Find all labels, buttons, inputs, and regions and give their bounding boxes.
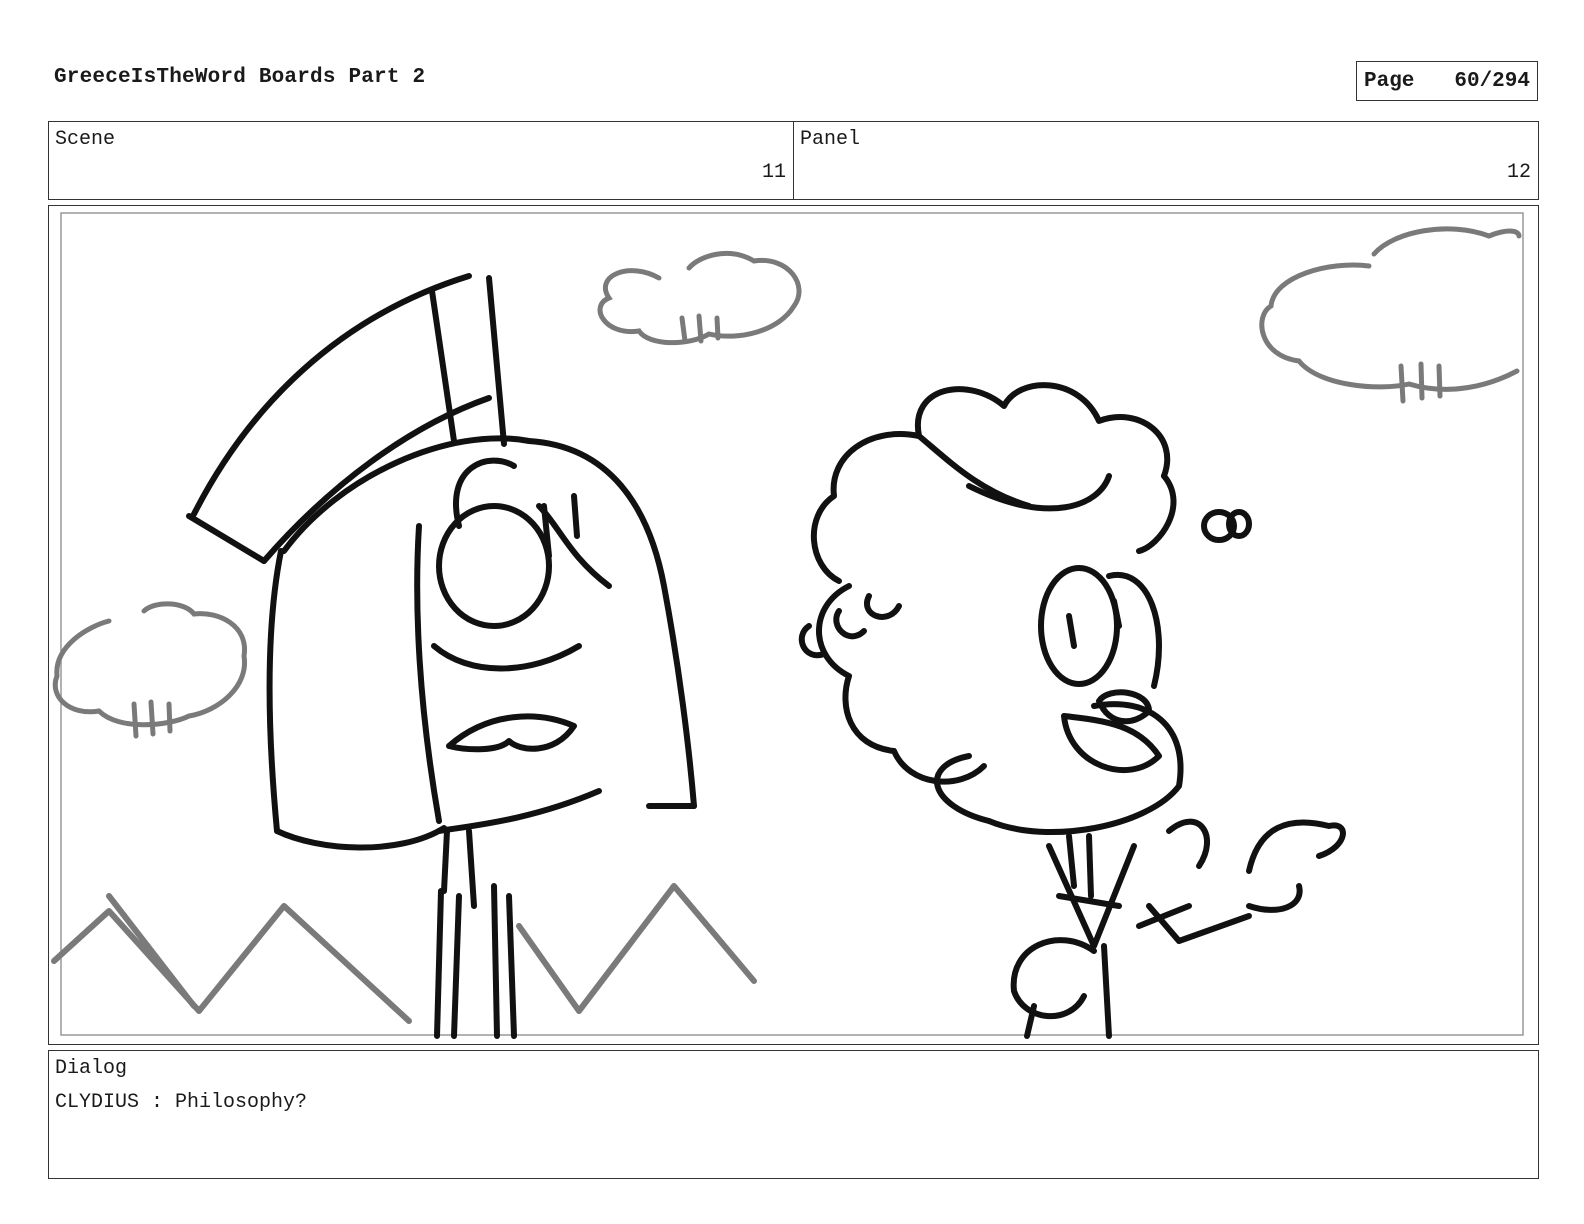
panel-sketch [51,212,1524,1039]
panel-label: Panel [800,128,861,151]
scene-number: 11 [761,161,786,184]
mountain-sketch [51,883,757,1024]
panel-cell: Panel 12 [793,122,1538,199]
character-right-sketch [798,382,1346,1039]
dialog-box: Dialog CLYDIUS : Philosophy? [48,1050,1539,1179]
character-left-sketch [186,273,697,1039]
page-number: 60/294 [1454,69,1530,93]
dialog-line: CLYDIUS : Philosophy? [55,1091,308,1114]
page-indicator: Page 60/294 [1356,61,1538,101]
dialog-label: Dialog [55,1057,128,1080]
document-title: GreeceIsTheWord Boards Part 2 [54,66,426,89]
cloud-sketch [52,226,1522,739]
scene-label: Scene [55,128,116,151]
page-label: Page [1364,69,1415,93]
storyboard-panel [48,205,1539,1045]
scene-cell: Scene 11 [49,122,793,199]
scene-panel-header: Scene 11 Panel 12 [48,121,1539,200]
panel-number: 12 [1506,161,1531,184]
